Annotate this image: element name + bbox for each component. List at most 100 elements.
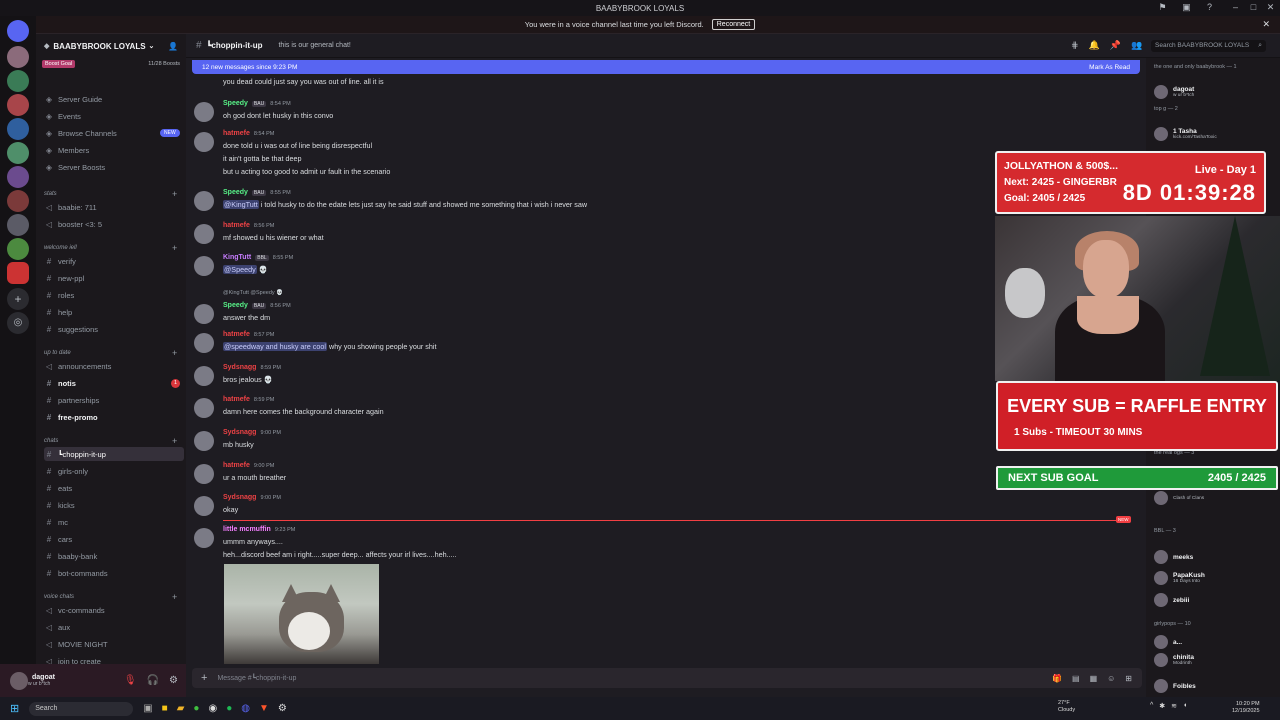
- clock[interactable]: 10:20 PM 12/19/2025: [1232, 701, 1260, 715]
- new-messages-banner[interactable]: 12 new messages since 9:23 PM Mark As Re…: [192, 60, 1140, 74]
- author-name[interactable]: hatmefe: [223, 462, 250, 469]
- channel-aux[interactable]: ◁ aux: [44, 620, 184, 634]
- member-item[interactable]: 1 Tasha kick.com/TashaToxic: [1154, 126, 1217, 142]
- mute-icon[interactable]: 🎙: [124, 675, 137, 686]
- avatar[interactable]: [194, 256, 214, 276]
- volume-icon[interactable]: ◖: [1183, 702, 1187, 710]
- settings-gear-icon[interactable]: ⚙: [169, 675, 178, 686]
- author-name[interactable]: KingTutt: [223, 254, 251, 261]
- category-chats[interactable]: chats +: [44, 436, 177, 446]
- avatar[interactable]: [194, 366, 214, 386]
- file-explorer-icon[interactable]: ▰: [177, 703, 185, 714]
- avatar[interactable]: [194, 398, 214, 418]
- home-icon[interactable]: [7, 20, 29, 42]
- emoji-icon[interactable]: ☺: [1107, 674, 1115, 683]
- author-name[interactable]: Speedy: [223, 100, 248, 107]
- author-name[interactable]: Sydsnagg: [223, 494, 256, 501]
- channel-kicks[interactable]: # kicks: [44, 498, 184, 512]
- channel-vc-commands[interactable]: ◁ vc-commands: [44, 603, 184, 617]
- gift-icon[interactable]: 🎁: [1052, 674, 1062, 683]
- channel-baaby-bank[interactable]: # baaby-bank: [44, 549, 184, 563]
- category-up-to-date[interactable]: up to date +: [44, 348, 177, 358]
- server-icon[interactable]: [7, 262, 29, 284]
- close-window-icon[interactable]: ✕: [1265, 2, 1276, 13]
- taskbar-search[interactable]: Search: [29, 701, 134, 716]
- author-name[interactable]: Speedy: [223, 189, 248, 196]
- reply-preview[interactable]: @KingTutt @Speedy 💀: [223, 290, 283, 296]
- sidebar-item-server-boosts[interactable]: ◈ Server Boosts: [44, 160, 184, 174]
- user-mention[interactable]: @Speedy: [223, 265, 257, 274]
- message-composer[interactable]: + Message #┗choppin-it-up 🎁 ▤ ▦ ☺ ⊞: [192, 668, 1142, 688]
- help-icon[interactable]: ?: [1204, 2, 1215, 13]
- wifi-icon[interactable]: ≋: [1171, 702, 1177, 710]
- channel-girls-only[interactable]: # girls-only: [44, 464, 184, 478]
- avatar[interactable]: [194, 528, 214, 548]
- channel-new-ppl[interactable]: # new-ppl: [44, 271, 184, 285]
- member-item[interactable]: dagoat w ur b*tch: [1154, 84, 1194, 100]
- gif-icon[interactable]: ▤: [1072, 674, 1080, 683]
- channel-help[interactable]: # help: [44, 305, 184, 319]
- inbox-icon[interactable]: ⚑: [1157, 2, 1168, 13]
- sidebar-item-events[interactable]: ◈ Events: [44, 109, 184, 123]
- member-item[interactable]: meeks: [1154, 549, 1193, 565]
- channel-suggestions[interactable]: # suggestions: [44, 322, 184, 336]
- channel-eats[interactable]: # eats: [44, 481, 184, 495]
- task-view-icon[interactable]: ▣: [143, 703, 152, 714]
- maximize-icon[interactable]: □: [1248, 2, 1259, 13]
- server-icon[interactable]: [7, 118, 29, 140]
- avatar[interactable]: [194, 102, 214, 122]
- member-list-icon[interactable]: 👥: [1131, 40, 1142, 51]
- add-server-icon[interactable]: +: [7, 288, 29, 310]
- reconnect-button[interactable]: Reconnect: [711, 19, 756, 30]
- avatar[interactable]: [194, 333, 214, 353]
- minimize-icon[interactable]: –: [1230, 2, 1241, 13]
- user-mention[interactable]: @speedway and husky are cool: [223, 342, 327, 351]
- member-item[interactable]: Clash of Clans: [1154, 490, 1204, 506]
- channel-bot-commands[interactable]: # bot-commands: [44, 566, 184, 580]
- server-icon[interactable]: [7, 190, 29, 212]
- sticky-notes-icon[interactable]: ■: [162, 703, 168, 714]
- dismiss-icon[interactable]: ✕: [1262, 19, 1270, 30]
- channel-mc[interactable]: # mc: [44, 515, 184, 529]
- threads-icon[interactable]: ⋕: [1071, 40, 1079, 51]
- channel-notis[interactable]: # notis: [44, 376, 184, 390]
- spotify-icon[interactable]: ●: [226, 703, 232, 714]
- author-name[interactable]: hatmefe: [223, 331, 250, 338]
- member-item[interactable]: zebiii: [1154, 592, 1189, 608]
- brave-icon[interactable]: ▼: [259, 703, 269, 714]
- weather-widget[interactable]: 27°F Cloudy: [1058, 700, 1075, 714]
- notification-bell-icon[interactable]: 🔔: [1089, 40, 1100, 51]
- channel-announcements[interactable]: ◁ announcements: [44, 359, 184, 373]
- add-channel-icon[interactable]: +: [172, 348, 177, 358]
- sticker-icon[interactable]: ▦: [1090, 674, 1098, 683]
- chevron-up-icon[interactable]: ^: [1150, 702, 1153, 710]
- discord-icon[interactable]: ◍: [241, 703, 250, 714]
- channel-free-promo[interactable]: # free-promo: [44, 410, 184, 424]
- channel-partnerships[interactable]: # partnerships: [44, 393, 184, 407]
- search-input[interactable]: Search BAABYBROOK LOYALS ⌕: [1151, 40, 1266, 52]
- author-name[interactable]: Speedy: [223, 302, 248, 309]
- avatar[interactable]: [194, 191, 214, 211]
- server-icon[interactable]: [7, 238, 29, 260]
- channel-verify[interactable]: # verify: [44, 254, 184, 268]
- server-icon[interactable]: [7, 214, 29, 236]
- windows-start-icon[interactable]: ⊞: [10, 702, 19, 715]
- server-icon[interactable]: [7, 70, 29, 92]
- add-channel-icon[interactable]: +: [172, 436, 177, 446]
- avatar[interactable]: [194, 304, 214, 324]
- deafen-icon[interactable]: 🎧: [147, 675, 159, 686]
- add-channel-icon[interactable]: +: [172, 243, 177, 253]
- chrome-icon[interactable]: ◉: [208, 703, 217, 714]
- avatar[interactable]: [10, 671, 28, 690]
- author-name[interactable]: hatmefe: [223, 396, 250, 403]
- channel-roles[interactable]: # roles: [44, 288, 184, 302]
- member-item[interactable]: Foibles: [1154, 678, 1196, 694]
- author-name[interactable]: hatmefe: [223, 222, 250, 229]
- server-icon[interactable]: [7, 94, 29, 116]
- author-name[interactable]: Sydsnagg: [223, 364, 256, 371]
- avatar[interactable]: [194, 132, 214, 152]
- discover-icon[interactable]: ◎: [7, 312, 29, 334]
- channel-topic[interactable]: this is our general chat!: [278, 42, 350, 49]
- sidebar-item-server-guide[interactable]: ◈ Server Guide: [44, 92, 184, 106]
- author-name[interactable]: little mcmuffin: [223, 526, 271, 533]
